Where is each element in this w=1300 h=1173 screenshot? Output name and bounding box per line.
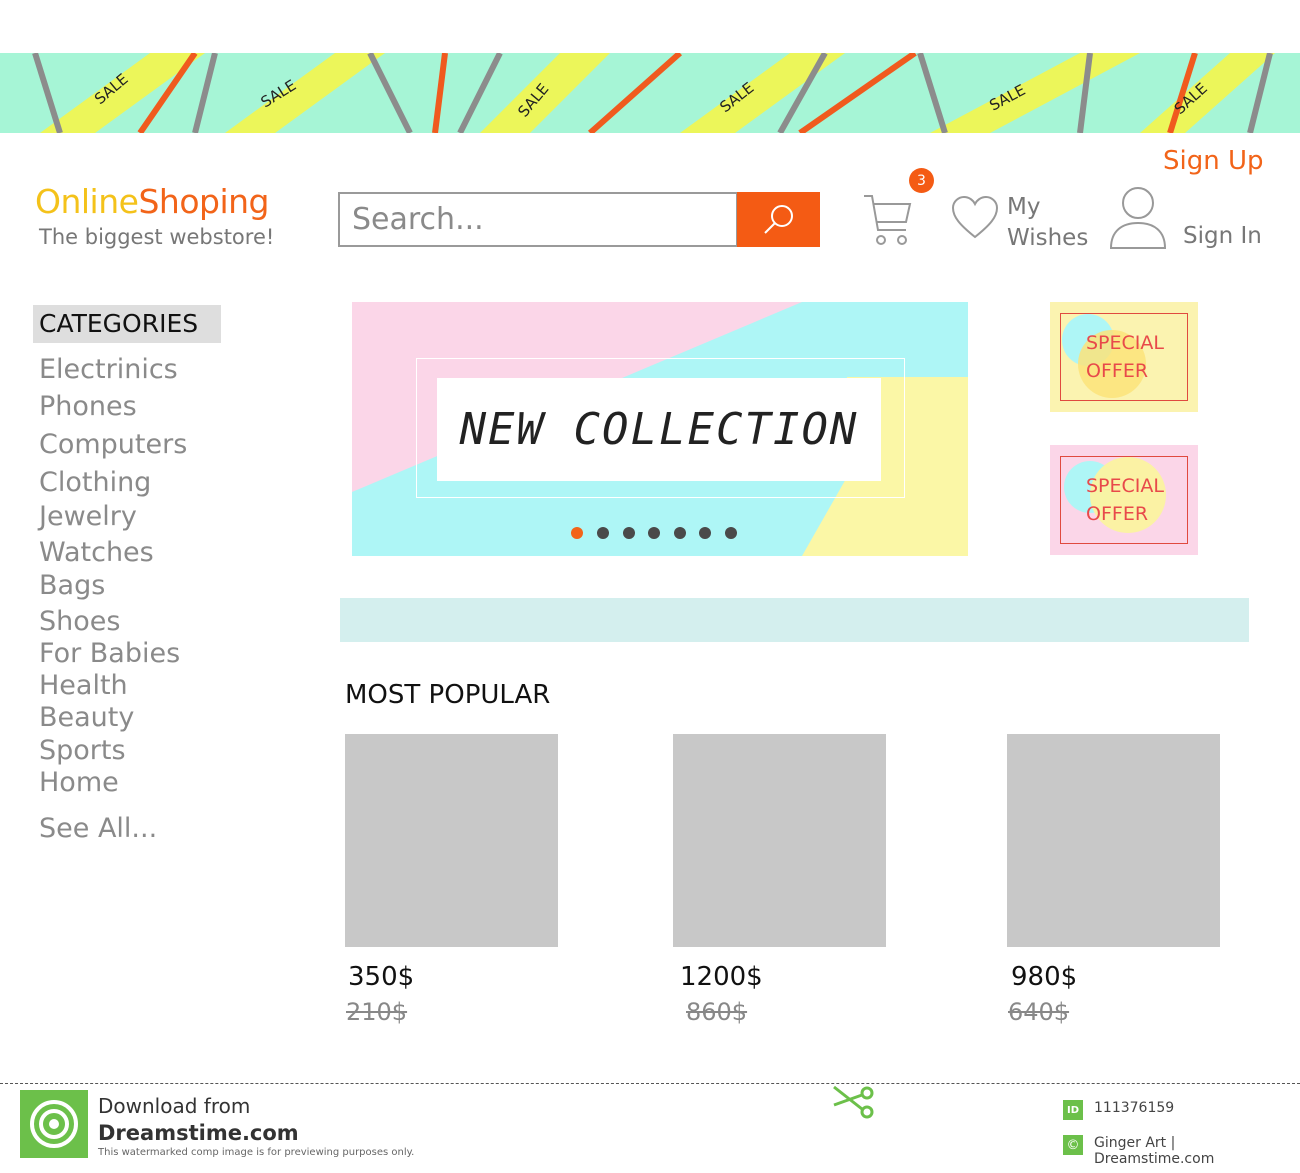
heart-icon[interactable]	[950, 195, 1000, 241]
category-clothing[interactable]: Clothing	[39, 467, 151, 498]
search-input[interactable]	[340, 194, 736, 245]
cart-icon[interactable]	[862, 190, 914, 248]
site-tagline: The biggest webstore!	[39, 225, 275, 249]
user-icon[interactable]	[1108, 185, 1168, 251]
logo-text-online: Online	[35, 182, 139, 221]
search-box	[338, 192, 738, 247]
product-price: 350$	[348, 962, 415, 992]
carousel-dot[interactable]	[571, 527, 583, 539]
id-badge: ID	[1063, 1100, 1083, 1120]
offer-line2: OFFER	[1086, 503, 1149, 525]
offer-line2: OFFER	[1086, 360, 1149, 382]
watermark-note: This watermarked comp image is for previ…	[98, 1147, 415, 1158]
site-logo[interactable]: OnlineShoping	[35, 182, 269, 221]
product-price: 1200$	[680, 962, 763, 992]
product-old-price: 640$	[1008, 998, 1070, 1026]
category-beauty[interactable]: Beauty	[39, 702, 134, 733]
carousel-dot[interactable]	[648, 527, 660, 539]
product-image[interactable]	[345, 734, 558, 947]
see-all-categories-link[interactable]: See All...	[39, 813, 157, 844]
product-old-price: 860$	[686, 998, 748, 1026]
category-watches[interactable]: Watches	[39, 537, 154, 568]
image-id-number: 111376159	[1094, 1100, 1175, 1116]
section-divider-bar	[340, 598, 1249, 642]
carousel-dot[interactable]	[623, 527, 635, 539]
categories-heading: CATEGORIES	[33, 305, 221, 343]
special-offer-card[interactable]: SPECIAL OFFER	[1050, 445, 1198, 555]
wishes-label-line2: Wishes	[1007, 225, 1089, 251]
carousel-dot[interactable]	[725, 527, 737, 539]
offer-line1: SPECIAL	[1086, 475, 1164, 497]
category-for-babies[interactable]: For Babies	[39, 638, 180, 669]
category-electronics[interactable]: Electrinics	[39, 354, 178, 385]
cart-count-badge: 3	[909, 168, 934, 193]
search-icon	[763, 204, 793, 234]
spiral-icon	[30, 1100, 78, 1148]
product-price: 980$	[1011, 962, 1078, 992]
sign-in-link[interactable]: Sign In	[1183, 223, 1262, 249]
carousel-dot[interactable]	[597, 527, 609, 539]
dreamstime-logo-icon	[20, 1090, 88, 1158]
product-image[interactable]	[673, 734, 886, 947]
wishes-label-line1: My	[1007, 194, 1041, 220]
special-offer-card[interactable]: SPECIAL OFFER	[1050, 302, 1198, 412]
banner-title: NEW COLLECTION	[459, 404, 859, 455]
author-credit: Ginger Art | Dreamstime.com	[1094, 1135, 1215, 1167]
sign-up-link[interactable]: Sign Up	[1163, 146, 1264, 176]
most-popular-heading: MOST POPULAR	[345, 680, 551, 710]
banner-title-box: NEW COLLECTION	[437, 378, 881, 481]
category-home[interactable]: Home	[39, 767, 119, 798]
copyright-icon: ©	[1063, 1135, 1083, 1155]
category-phones[interactable]: Phones	[39, 391, 137, 422]
carousel-dot[interactable]	[699, 527, 711, 539]
category-health[interactable]: Health	[39, 670, 128, 701]
dreamstime-site-text: Dreamstime.com	[98, 1121, 299, 1145]
search-button[interactable]	[737, 192, 820, 247]
my-wishes-link[interactable]: My Wishes	[1007, 192, 1097, 254]
category-bags[interactable]: Bags	[39, 570, 105, 601]
category-jewelry[interactable]: Jewelry	[39, 501, 137, 532]
sale-banner-strip: SALE SALE SALE SALE SALE SALE	[0, 53, 1300, 133]
offer-line1: SPECIAL	[1086, 332, 1164, 354]
carousel-dot[interactable]	[674, 527, 686, 539]
category-computers[interactable]: Computers	[39, 429, 187, 460]
logo-text-shoping: Shoping	[138, 182, 269, 221]
offer-text: SPECIAL OFFER	[1086, 329, 1164, 385]
scissors-icon	[833, 1085, 874, 1119]
category-sports[interactable]: Sports	[39, 735, 126, 766]
download-from-text: Download from	[98, 1094, 251, 1118]
product-old-price: 210$	[346, 998, 408, 1026]
category-shoes[interactable]: Shoes	[39, 606, 120, 637]
offer-text: SPECIAL OFFER	[1086, 472, 1164, 528]
footer-divider	[0, 1083, 1300, 1084]
product-image[interactable]	[1007, 734, 1220, 947]
